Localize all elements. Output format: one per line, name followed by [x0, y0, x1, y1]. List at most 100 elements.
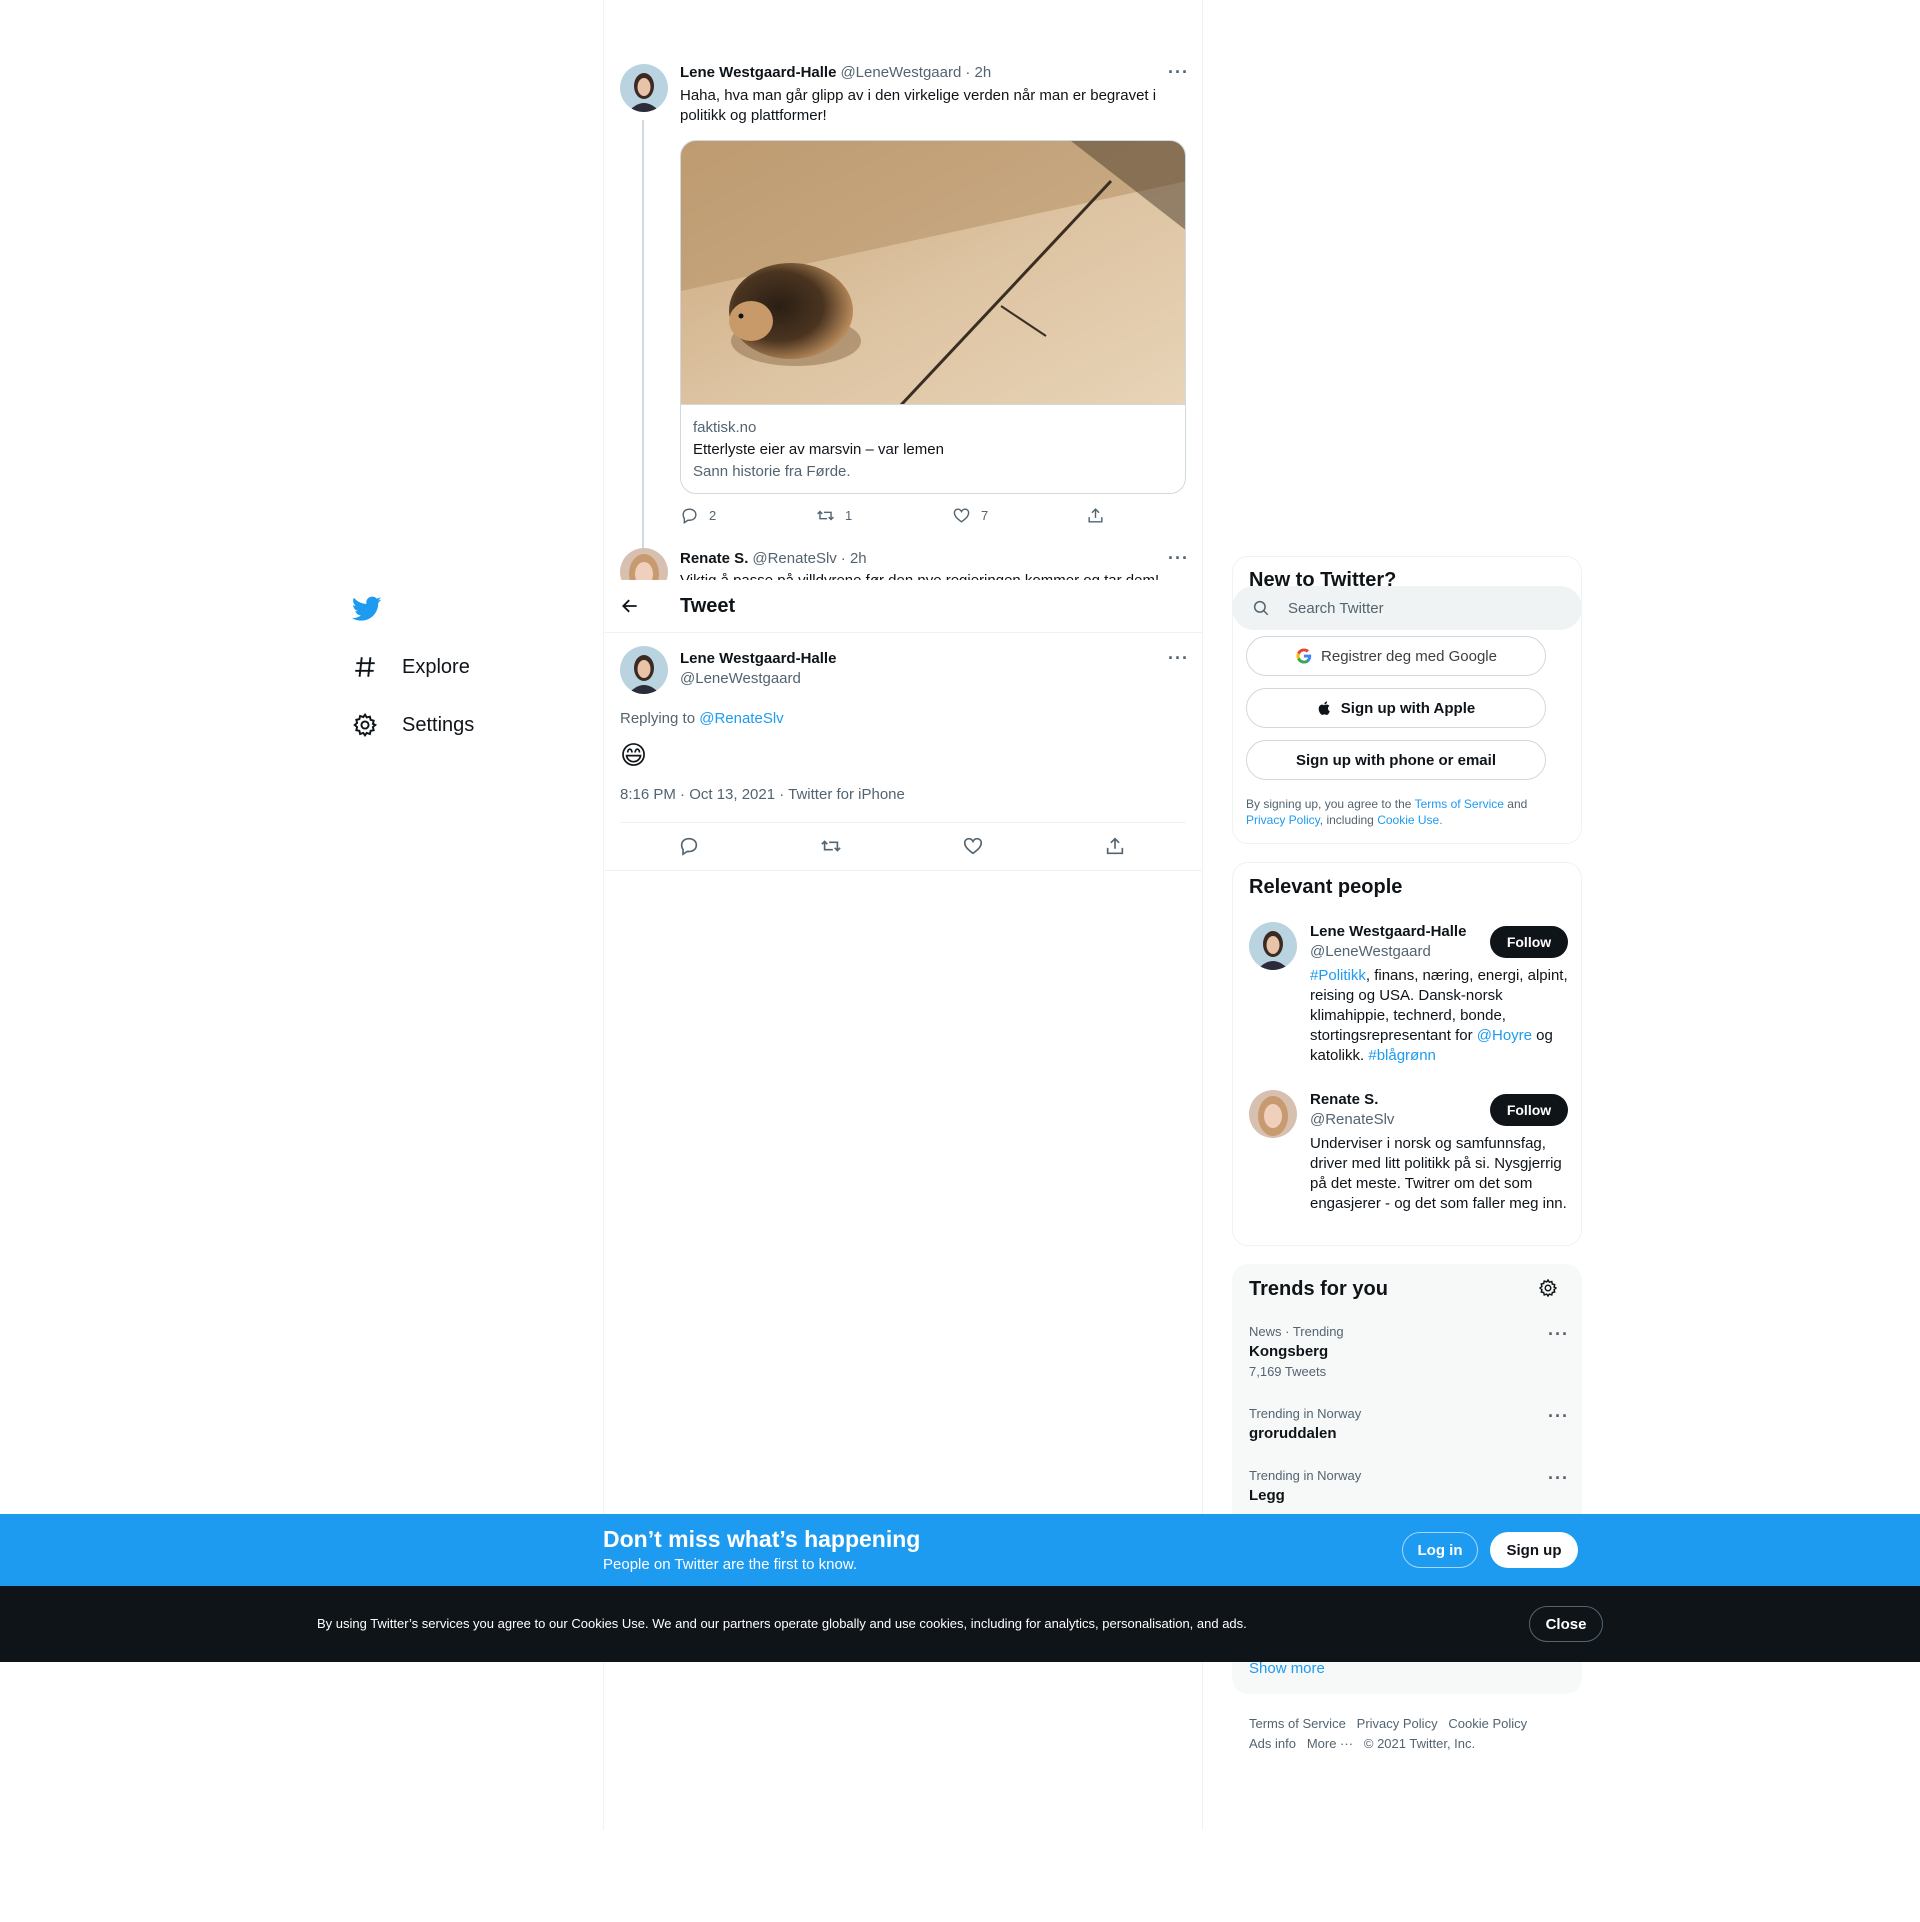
cookie-consent-bar: By using Twitter’s services you agree to… [0, 1586, 1920, 1662]
person-name[interactable]: Lene Westgaard-Halle [1310, 923, 1466, 940]
trend-context: News · Trending [1249, 1324, 1344, 1339]
nav-settings-label: Settings [402, 713, 475, 736]
tweet-text: Viktig å passe på villdyrene før den nye… [680, 571, 1180, 580]
avatar[interactable] [1249, 922, 1297, 970]
tweet-header-bar: Tweet [604, 580, 1202, 633]
terms-link[interactable]: Terms of Service [1415, 797, 1504, 811]
person-bio: Underviser i norsk og samfunnsfag, drive… [1310, 1135, 1567, 1212]
share-button[interactable] [1104, 835, 1126, 862]
person-handle[interactable]: @LeneWestgaard [1310, 943, 1431, 960]
legal-and: and [1507, 797, 1528, 811]
reply-button[interactable] [678, 835, 700, 862]
apple-signup-label: Sign up with Apple [1340, 699, 1476, 717]
phone-email-signup-button[interactable]: Sign up with phone or email [1246, 740, 1546, 780]
like-action[interactable]: 7 [952, 506, 988, 525]
previous-tweet[interactable]: Renate S. @RenateSlv · 2h ··· Viktig å p… [604, 540, 1202, 580]
footer-privacy-link[interactable]: Privacy Policy [1357, 1716, 1438, 1731]
author-handle[interactable]: @RenateSlv [752, 550, 836, 567]
apple-signup-button[interactable]: Sign up with Apple [1246, 688, 1546, 728]
footer-more-link[interactable]: More ··· [1307, 1736, 1353, 1751]
card-domain: faktisk.no [693, 419, 757, 436]
page-title: Tweet [680, 594, 736, 617]
author-name[interactable]: Lene Westgaard-Halle [680, 64, 836, 81]
author-handle[interactable]: @LeneWestgaard [840, 64, 961, 81]
twitter-logo-icon[interactable] [351, 596, 382, 627]
tweet-emoji: 😄 [620, 740, 648, 770]
cookie-use-link[interactable]: Cookie Use. [1377, 813, 1442, 827]
more-icon[interactable]: ··· [1548, 1406, 1569, 1427]
avatar[interactable] [620, 548, 668, 580]
close-button[interactable]: Close [1529, 1606, 1603, 1642]
tweet-time[interactable]: · 2h [965, 64, 991, 81]
person-name[interactable]: Renate S. [1310, 1091, 1378, 1108]
follow-button[interactable]: Follow [1490, 1094, 1568, 1126]
author-name[interactable]: Lene Westgaard-Halle [680, 650, 836, 667]
login-button[interactable]: Log in [1402, 1532, 1478, 1568]
back-arrow-icon[interactable] [620, 596, 640, 616]
search-placeholder: Search Twitter [1288, 599, 1384, 617]
replying-to-handle[interactable]: @RenateSlv [699, 710, 783, 727]
new-to-twitter-title: New to Twitter? [1249, 569, 1397, 587]
retweet-action[interactable]: 1 [816, 506, 852, 525]
privacy-link[interactable]: Privacy Policy [1246, 813, 1320, 827]
avatar[interactable] [1249, 1090, 1297, 1138]
avatar[interactable] [620, 64, 668, 112]
retweet-button[interactable] [820, 835, 842, 862]
like-button[interactable] [962, 835, 984, 862]
more-icon[interactable]: ··· [1168, 648, 1189, 669]
footer-cookie-link[interactable]: Cookie Policy [1448, 1716, 1527, 1731]
author-handle[interactable]: @LeneWestgaard [680, 670, 801, 687]
nav-explore[interactable]: Explore [352, 654, 470, 680]
avatar[interactable] [620, 646, 668, 694]
show-more-link[interactable]: Show more [1249, 1660, 1325, 1677]
nav-explore-label: Explore [402, 655, 470, 678]
nav-settings[interactable]: Settings [352, 712, 474, 738]
thread-connector-line [642, 120, 644, 550]
cookie-consent-text: By using Twitter’s services you agree to… [317, 1616, 1247, 1631]
signup-button[interactable]: Sign up [1490, 1532, 1578, 1568]
phone-email-signup-label: Sign up with phone or email [1295, 751, 1496, 769]
more-icon[interactable]: ··· [1168, 62, 1189, 83]
gear-icon [353, 712, 378, 737]
google-signup-button[interactable]: Registrer deg med Google [1246, 636, 1546, 676]
share-action[interactable] [1086, 506, 1105, 525]
mention-link[interactable]: @Hoyre [1477, 1027, 1532, 1044]
hashtag-icon [355, 657, 375, 677]
more-icon[interactable]: ··· [1548, 1468, 1569, 1489]
trend-item[interactable]: Trending in Norway groruddalen [1249, 1406, 1361, 1442]
more-icon[interactable]: ··· [1548, 1324, 1569, 1345]
legal-prefix: By signing up, you agree to the [1246, 797, 1412, 811]
signup-banner: Don’t miss what’s happening People on Tw… [0, 1514, 1920, 1586]
heart-icon [963, 837, 983, 855]
legal-including: , including [1319, 813, 1374, 827]
card-title: Etterlyste eier av marsvin – var lemen [693, 441, 944, 458]
trends-settings-button[interactable] [1538, 1278, 1558, 1303]
author-name[interactable]: Renate S. [680, 550, 748, 567]
tweet-time[interactable]: · 2h [841, 550, 867, 567]
trend-context: Trending in Norway [1249, 1406, 1362, 1421]
replying-to: Replying to @RenateSlv [620, 710, 784, 727]
apple-icon [1318, 701, 1330, 715]
trend-item[interactable]: News · Trending Kongsberg 7,169 Tweets [1249, 1324, 1344, 1379]
reply-action[interactable]: 2 [680, 506, 716, 525]
heart-icon [953, 508, 970, 523]
thread-tweet-header: Lene Westgaard-Halle @LeneWestgaard · 2h [680, 64, 991, 81]
footer-ads-link[interactable]: Ads info [1249, 1736, 1296, 1751]
person-handle[interactable]: @RenateSlv [1310, 1111, 1394, 1128]
hashtag-link[interactable]: #blågrønn [1368, 1047, 1436, 1064]
link-card[interactable]: faktisk.no Etterlyste eier av marsvin – … [680, 140, 1186, 494]
hashtag-link[interactable]: #Politikk [1310, 967, 1366, 984]
divider [604, 870, 1202, 871]
trend-name: Legg [1249, 1487, 1285, 1504]
footer-terms-link[interactable]: Terms of Service [1249, 1716, 1346, 1731]
trend-item[interactable]: Trending in Norway Legg [1249, 1468, 1361, 1504]
follow-button[interactable]: Follow [1490, 926, 1568, 958]
gear-icon [1538, 1278, 1558, 1298]
more-icon[interactable]: ··· [1168, 548, 1189, 569]
trends-title: Trends for you [1249, 1278, 1388, 1300]
tweet-meta: 8:16 PM · Oct 13, 2021 · Twitter for iPh… [620, 786, 905, 803]
retweet-icon [821, 840, 841, 852]
relevant-people-title: Relevant people [1249, 876, 1403, 898]
reply-icon [682, 508, 697, 524]
search-input[interactable]: Search Twitter [1232, 586, 1582, 630]
